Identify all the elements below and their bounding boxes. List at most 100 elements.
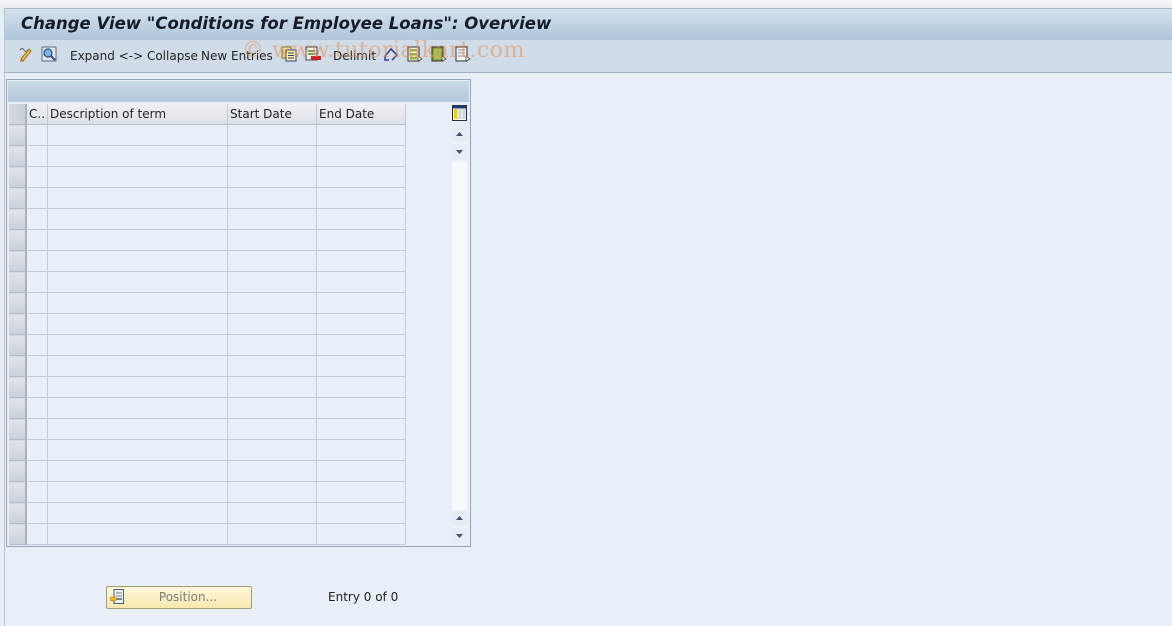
cell-description[interactable] [47, 418, 229, 440]
row-selector[interactable] [9, 229, 27, 251]
cell-end-date[interactable] [316, 208, 407, 230]
cell-description[interactable] [47, 439, 229, 461]
cell-description[interactable] [47, 250, 229, 272]
cell-start-date[interactable] [227, 271, 318, 293]
cell-start-date[interactable] [227, 124, 318, 146]
details-icon[interactable] [41, 46, 57, 62]
cell-description[interactable] [47, 481, 229, 503]
cell-start-date[interactable] [227, 418, 318, 440]
row-selector[interactable] [9, 145, 27, 167]
display-change-icon[interactable] [18, 46, 34, 62]
row-selector[interactable] [9, 439, 27, 461]
cell-description[interactable] [47, 229, 229, 251]
row-selector[interactable] [9, 376, 27, 398]
cell-c[interactable] [26, 502, 49, 524]
cell-end-date[interactable] [316, 187, 407, 209]
row-selector[interactable] [9, 481, 27, 503]
select-all-icon[interactable] [407, 46, 423, 62]
cell-start-date[interactable] [227, 166, 318, 188]
row-selector[interactable] [9, 187, 27, 209]
cell-end-date[interactable] [316, 397, 407, 419]
cell-start-date[interactable] [227, 460, 318, 482]
cell-description[interactable] [47, 355, 229, 377]
row-selector[interactable] [9, 250, 27, 272]
cell-c[interactable] [26, 250, 49, 272]
cell-end-date[interactable] [316, 376, 407, 398]
scroll-page-up-button[interactable] [452, 126, 467, 142]
row-selector[interactable] [9, 355, 27, 377]
cell-c[interactable] [26, 208, 49, 230]
cell-start-date[interactable] [227, 481, 318, 503]
cell-description[interactable] [47, 376, 229, 398]
row-selector[interactable] [9, 166, 27, 188]
cell-c[interactable] [26, 418, 49, 440]
cell-c[interactable] [26, 124, 49, 146]
cell-end-date[interactable] [316, 166, 407, 188]
select-block-icon[interactable] [431, 46, 447, 62]
cell-start-date[interactable] [227, 334, 318, 356]
row-selector[interactable] [9, 124, 27, 146]
cell-start-date[interactable] [227, 145, 318, 167]
cell-c[interactable] [26, 166, 49, 188]
column-header-c[interactable]: C.. [26, 104, 49, 125]
cell-description[interactable] [47, 460, 229, 482]
cell-start-date[interactable] [227, 439, 318, 461]
cell-c[interactable] [26, 145, 49, 167]
delete-icon[interactable] [305, 46, 321, 62]
cell-c[interactable] [26, 460, 49, 482]
cell-description[interactable] [47, 166, 229, 188]
cell-description[interactable] [47, 208, 229, 230]
cell-end-date[interactable] [316, 418, 407, 440]
position-button[interactable]: Position... [106, 586, 252, 609]
cell-end-date[interactable] [316, 523, 407, 545]
cell-description[interactable] [47, 271, 229, 293]
cell-start-date[interactable] [227, 292, 318, 314]
cell-description[interactable] [47, 313, 229, 335]
copy-as-icon[interactable] [281, 46, 297, 62]
row-selector[interactable] [9, 292, 27, 314]
cell-end-date[interactable] [316, 334, 407, 356]
select-all-rows-button[interactable] [9, 104, 27, 125]
scroll-down-button[interactable] [452, 528, 467, 544]
cell-c[interactable] [26, 334, 49, 356]
cell-description[interactable] [47, 124, 229, 146]
cell-c[interactable] [26, 355, 49, 377]
cell-end-date[interactable] [316, 481, 407, 503]
cell-c[interactable] [26, 313, 49, 335]
vertical-scrollbar[interactable] [452, 126, 467, 544]
column-header-end-date[interactable]: End Date [316, 104, 407, 125]
cell-end-date[interactable] [316, 313, 407, 335]
row-selector[interactable] [9, 418, 27, 440]
cell-c[interactable] [26, 187, 49, 209]
cell-c[interactable] [26, 523, 49, 545]
column-header-description[interactable]: Description of term [47, 104, 229, 125]
cell-start-date[interactable] [227, 250, 318, 272]
cell-end-date[interactable] [316, 292, 407, 314]
cell-c[interactable] [26, 376, 49, 398]
scroll-page-down-button[interactable] [452, 144, 467, 160]
cell-end-date[interactable] [316, 145, 407, 167]
row-selector[interactable] [9, 523, 27, 545]
cell-c[interactable] [26, 439, 49, 461]
cell-description[interactable] [47, 523, 229, 545]
cell-description[interactable] [47, 502, 229, 524]
cell-start-date[interactable] [227, 187, 318, 209]
cell-description[interactable] [47, 397, 229, 419]
expand-collapse-button[interactable]: Expand <-> Collapse [70, 47, 198, 65]
cell-start-date[interactable] [227, 355, 318, 377]
row-selector[interactable] [9, 208, 27, 230]
cell-description[interactable] [47, 145, 229, 167]
new-entries-button[interactable]: New Entries [201, 47, 273, 65]
cell-start-date[interactable] [227, 208, 318, 230]
row-selector[interactable] [9, 502, 27, 524]
cell-end-date[interactable] [316, 124, 407, 146]
cell-end-date[interactable] [316, 229, 407, 251]
cell-start-date[interactable] [227, 397, 318, 419]
cell-description[interactable] [47, 187, 229, 209]
cell-c[interactable] [26, 397, 49, 419]
table-settings-icon[interactable] [452, 105, 467, 121]
scroll-up-button[interactable] [452, 510, 467, 526]
cell-end-date[interactable] [316, 250, 407, 272]
row-selector[interactable] [9, 460, 27, 482]
cell-c[interactable] [26, 271, 49, 293]
